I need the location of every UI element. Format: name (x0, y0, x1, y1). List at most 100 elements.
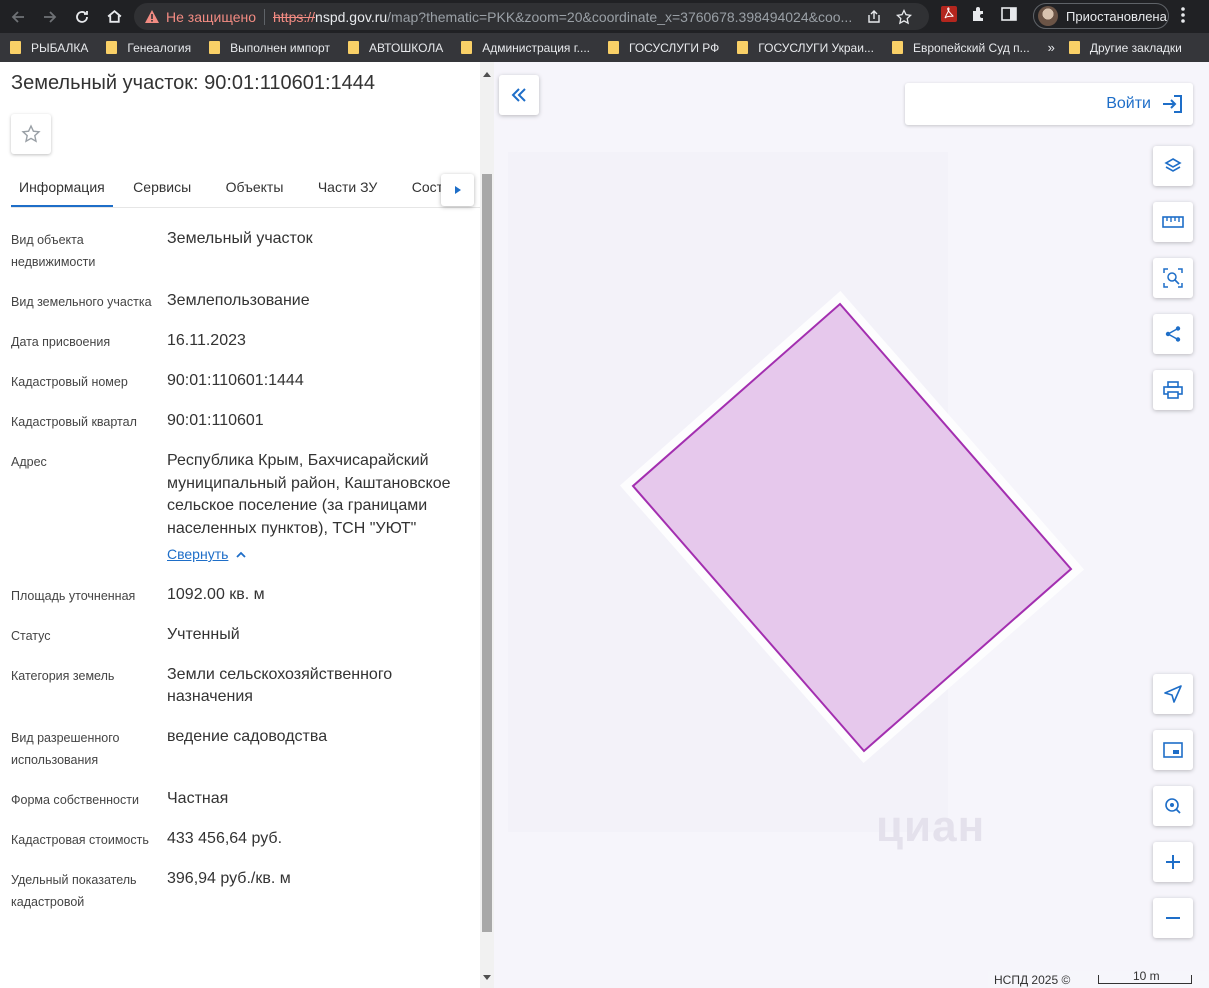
folder-icon (737, 41, 749, 54)
property-row: Кадастровая стоимость 433 456,64 руб. (11, 828, 471, 851)
home-button[interactable] (98, 1, 130, 33)
scale-label: 10 m (1132, 969, 1160, 983)
url-host: nspd.gov.ru (315, 8, 388, 25)
tab-objects[interactable]: Объекты (226, 170, 284, 205)
property-row: Кадастровый квартал 90:01:110601 (11, 410, 471, 433)
plus-icon (1166, 855, 1180, 869)
bookmark-item[interactable]: АВТОШКОЛА (347, 41, 443, 55)
tab-services[interactable]: Сервисы (133, 170, 191, 205)
property-value: 16.11.2023 (167, 332, 246, 349)
parcel-polygon[interactable] (631, 302, 1073, 753)
property-row: Дата присвоения 16.11.2023 (11, 330, 471, 353)
arrow-left-icon (11, 10, 24, 23)
avatar (1038, 6, 1058, 26)
browser-toolbar: Не защищено https://nspd.gov.ru/map?them… (0, 0, 1209, 33)
my-location-button[interactable] (1153, 674, 1193, 714)
location-search-icon (1165, 798, 1181, 814)
side-panel-icon[interactable] (1000, 5, 1018, 23)
cian-watermark: циан (876, 802, 986, 851)
layers-icon (1164, 158, 1182, 172)
property-value: Республика Крым, Бахчисарайский муниципа… (167, 452, 451, 537)
share-icon (1165, 326, 1181, 342)
bookmark-item[interactable]: ГОСУСЛУГИ Украи... (737, 41, 874, 55)
tab-parcel-parts[interactable]: Части ЗУ (318, 170, 377, 205)
point-search-button[interactable] (1153, 786, 1193, 826)
tabs-scroll-right-button[interactable] (441, 174, 474, 206)
area-search-icon (1163, 268, 1183, 288)
bookmarks-overflow-button[interactable]: » (1048, 40, 1055, 55)
property-label: Кадастровая стоимость (11, 832, 149, 847)
folder-icon (106, 41, 118, 54)
folder-icon (347, 41, 359, 54)
property-list: Вид объекта недвижимости Земельный участ… (11, 228, 471, 930)
ruler-icon (1162, 216, 1184, 228)
property-value: ведение садоводства (167, 727, 328, 745)
login-label: Войти (1106, 95, 1151, 112)
other-bookmarks[interactable]: Другие закладки (1068, 41, 1182, 55)
printer-icon (1163, 381, 1183, 399)
arrow-right-icon (44, 10, 57, 23)
bookmark-item[interactable]: Генеалогия (106, 41, 191, 55)
security-label[interactable]: Не защищено (166, 9, 256, 25)
print-button[interactable] (1153, 370, 1193, 410)
parcel-layer (619, 290, 1085, 764)
measure-button[interactable] (1153, 202, 1193, 242)
profile-chip[interactable]: Приостановлена (1033, 3, 1169, 29)
star-bookmark-icon[interactable] (896, 8, 912, 25)
map-view[interactable]: циан Войти НСПД 2025 © 10 m (494, 62, 1209, 988)
property-label: Вид земельного участка (11, 295, 152, 309)
bookmark-item[interactable]: Администрация г.... (461, 41, 590, 55)
back-button[interactable] (2, 1, 34, 33)
layers-button[interactable] (1153, 146, 1193, 186)
share-button[interactable] (1153, 314, 1193, 354)
scroll-up-arrow[interactable] (483, 72, 491, 77)
bookmark-item[interactable]: Европейский Суд п... (891, 41, 1030, 55)
share-page-icon[interactable] (866, 9, 882, 25)
minus-icon (1166, 917, 1180, 919)
zoom-in-button[interactable] (1153, 842, 1193, 882)
warning-icon (145, 10, 159, 23)
property-row: Вид объекта недвижимости Земельный участ… (11, 228, 471, 273)
address-bar[interactable]: Не защищено https://nspd.gov.ru/map?them… (134, 3, 929, 30)
forward-button[interactable] (34, 1, 66, 33)
map-attribution: НСПД 2025 © 10 m (988, 969, 1209, 988)
pdf-extension-icon[interactable] (940, 5, 958, 23)
tab-bar: Информация Сервисы Объекты Части ЗУ Сост… (11, 170, 480, 208)
login-button[interactable]: Войти (905, 83, 1193, 125)
property-value: Землепользование (167, 292, 310, 309)
property-value: 396,94 руб./кв. м (167, 869, 291, 887)
url-text[interactable]: https://nspd.gov.ru/map?thematic=PKK&zoo… (273, 9, 858, 25)
property-label: Вид разрешенного использования (11, 730, 120, 767)
folder-icon (209, 41, 221, 54)
property-row: Категория земель Земли сельскохозяйствен… (11, 664, 471, 709)
folder-icon (608, 41, 620, 54)
more-vertical-icon (1181, 7, 1185, 23)
bookmark-item[interactable]: Выполнен импорт (209, 41, 330, 55)
star-icon (21, 124, 41, 143)
property-row: Вид разрешенного использования ведение с… (11, 726, 471, 771)
scrollbar-thumb[interactable] (482, 174, 492, 932)
property-row: Вид земельного участка Землепользование (11, 290, 471, 313)
extensions-puzzle-icon[interactable] (970, 5, 988, 23)
folder-icon (461, 41, 473, 54)
folder-icon (891, 41, 903, 54)
tab-info[interactable]: Информация (11, 170, 113, 207)
bookmark-item[interactable]: РЫБАЛКА (10, 41, 88, 55)
chevrons-left-icon (511, 88, 526, 102)
zoom-out-button[interactable] (1153, 898, 1193, 938)
favorite-button[interactable] (11, 114, 51, 154)
collapse-address-link[interactable]: Свернуть (167, 543, 247, 566)
browser-menu-button[interactable] (1180, 6, 1186, 29)
minimap-button[interactable] (1153, 730, 1193, 770)
property-row: Форма собственности Частная (11, 788, 471, 811)
scale-bar: 10 m (1098, 969, 1193, 984)
bookmark-item[interactable]: ГОСУСЛУГИ РФ (608, 41, 719, 55)
collapse-panel-button[interactable] (499, 75, 539, 115)
address-block: Республика Крым, Бахчисарайский муниципа… (167, 450, 471, 567)
panel-scrollbar[interactable] (480, 62, 494, 988)
reload-button[interactable] (66, 1, 98, 33)
scroll-down-arrow[interactable] (483, 975, 491, 980)
property-label: Кадастровый номер (11, 375, 128, 389)
area-search-button[interactable] (1153, 258, 1193, 298)
property-label: Площадь уточненная (11, 588, 136, 603)
